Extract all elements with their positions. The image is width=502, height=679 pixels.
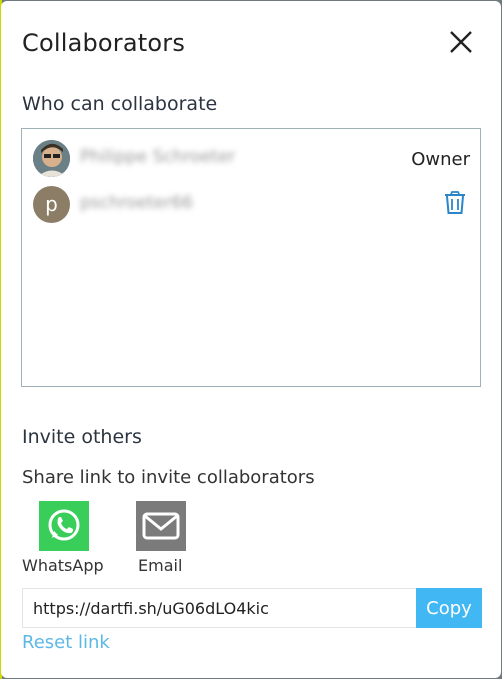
list-item: Philippe Schroeter Owner bbox=[22, 137, 480, 179]
dialog-title: Collaborators bbox=[22, 29, 186, 57]
trash-icon[interactable] bbox=[444, 191, 466, 215]
email-label: Email bbox=[138, 556, 183, 575]
reset-link[interactable]: Reset link bbox=[22, 632, 110, 653]
collaborators-dialog: Collaborators Who can collaborate Philip… bbox=[1, 1, 501, 678]
list-item: p pschroeter66 bbox=[22, 183, 480, 225]
avatar bbox=[33, 140, 70, 177]
who-can-collaborate-heading: Who can collaborate bbox=[22, 93, 218, 115]
copy-button[interactable]: Copy bbox=[416, 588, 482, 628]
whatsapp-button[interactable] bbox=[39, 501, 89, 551]
email-button[interactable] bbox=[136, 501, 186, 551]
invite-others-heading: Invite others bbox=[22, 426, 142, 448]
close-icon[interactable] bbox=[448, 29, 474, 55]
collaborators-list: Philippe Schroeter Owner p pschroeter66 bbox=[21, 128, 481, 387]
share-link-text: Share link to invite collaborators bbox=[22, 467, 315, 488]
whatsapp-label: WhatsApp bbox=[22, 556, 104, 575]
invite-link-field[interactable] bbox=[22, 588, 416, 628]
collaborator-name: pschroeter66 bbox=[80, 193, 193, 213]
avatar: p bbox=[33, 186, 70, 223]
collaborator-name: Philippe Schroeter bbox=[80, 147, 236, 167]
email-icon bbox=[142, 512, 180, 540]
whatsapp-icon bbox=[48, 509, 80, 541]
collaborator-role: Owner bbox=[411, 149, 470, 170]
